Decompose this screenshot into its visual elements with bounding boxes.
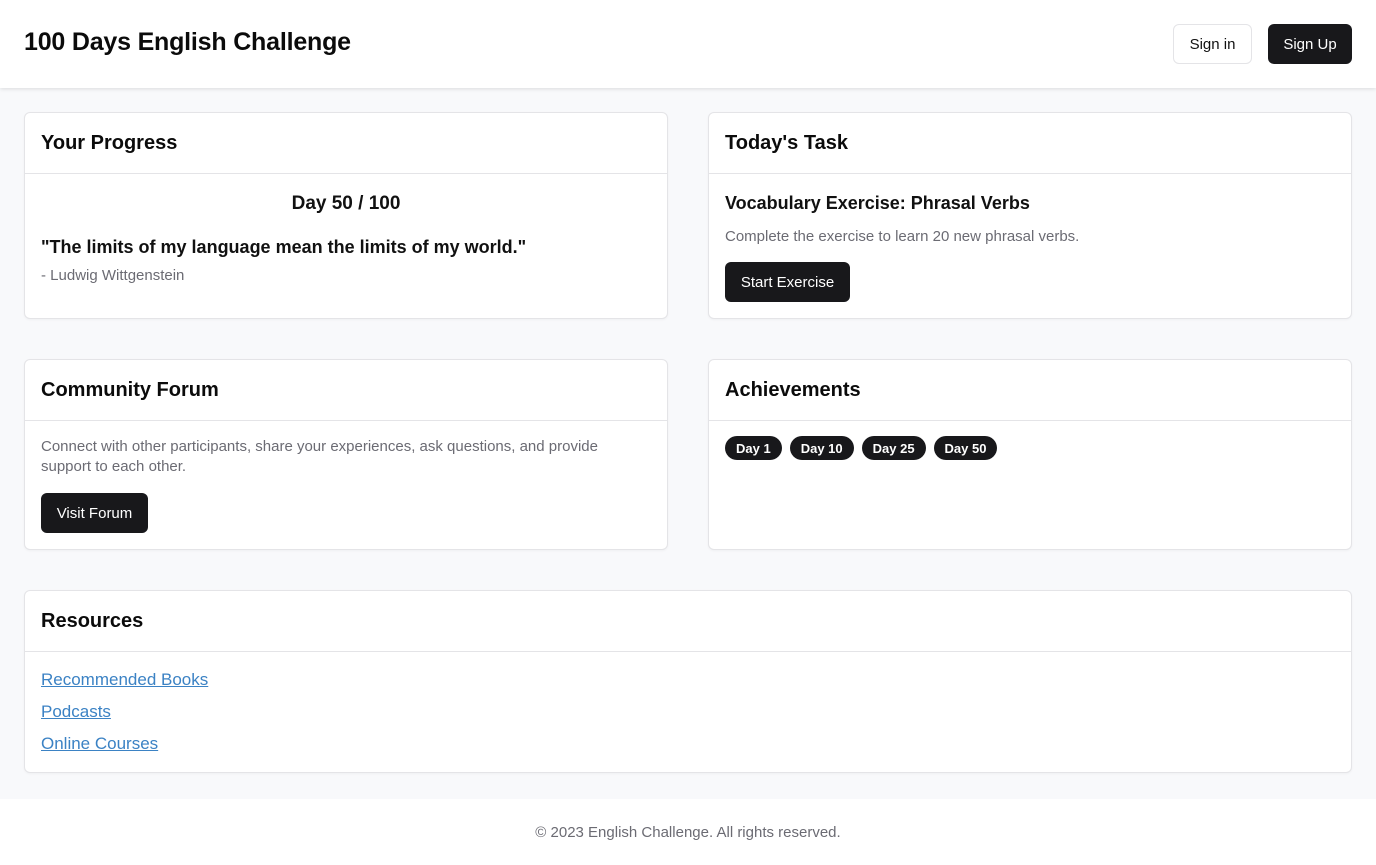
progress-card-title: Your Progress [41,131,178,154]
achievement-badges: Day 1 Day 10 Day 25 Day 50 [725,436,998,460]
forum-description: Connect with other participants, share y… [41,438,598,475]
resource-links: Recommended Books Podcasts Online Course… [41,670,208,754]
resource-link-podcasts[interactable]: Podcasts [41,702,208,722]
achievements-card-title: Achievements [725,378,861,401]
progress-card-header: Your Progress [25,113,667,174]
app-title: 100 Days English Challenge [24,28,351,56]
resources-card: Resources Recommended Books Podcasts Onl… [24,590,1352,773]
site-footer: © 2023 English Challenge. All rights res… [0,799,1376,865]
forum-card-title: Community Forum [41,378,219,401]
achievements-card-header: Achievements [709,360,1351,421]
exercise-title: Vocabulary Exercise: Phrasal Verbs [725,193,1030,213]
achievement-badge: Day 1 [725,436,782,460]
todays-task-card: Today's Task Vocabulary Exercise: Phrasa… [708,112,1352,319]
footer-copyright: © 2023 English Challenge. All rights res… [535,823,841,841]
sign-in-button[interactable]: Sign in [1173,24,1252,64]
forum-card-header: Community Forum [25,360,667,421]
task-card-header: Today's Task [709,113,1351,174]
day-counter: Day 50 / 100 [291,193,401,214]
achievements-card: Achievements Day 1 Day 10 Day 25 Day 50 [708,359,1352,550]
site-header: 100 Days English Challenge Sign in Sign … [0,0,1376,88]
achievement-badge: Day 10 [789,436,854,460]
motivational-quote: "The limits of my language mean the limi… [41,237,527,257]
progress-card: Your Progress Day 50 / 100 "The limits o… [24,112,668,319]
sign-up-button[interactable]: Sign Up [1268,24,1352,64]
community-forum-card: Community Forum Connect with other parti… [24,359,668,550]
visit-forum-button[interactable]: Visit Forum [41,493,148,533]
resources-card-title: Resources [41,609,144,632]
achievement-badge: Day 50 [933,436,998,460]
start-exercise-button[interactable]: Start Exercise [725,262,850,302]
exercise-description: Complete the exercise to learn 20 new ph… [725,228,1080,245]
resource-link-courses[interactable]: Online Courses [41,734,208,754]
task-card-title: Today's Task [725,131,848,154]
quote-author: - Ludwig Wittgenstein [41,267,185,284]
resource-link-books[interactable]: Recommended Books [41,670,208,690]
resources-card-header: Resources [25,591,1351,652]
achievement-badge: Day 25 [861,436,926,460]
